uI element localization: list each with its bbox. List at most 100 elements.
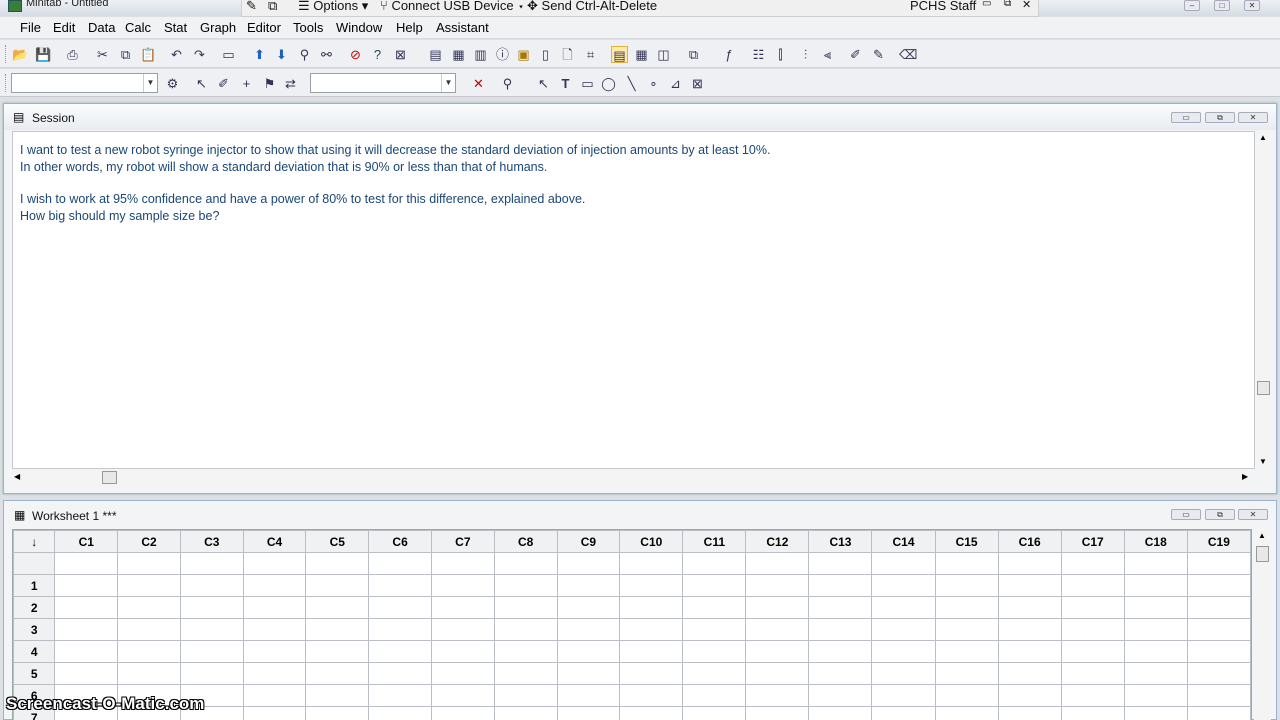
worksheet-cell[interactable]	[871, 552, 936, 575]
worksheet-cell[interactable]	[556, 640, 621, 663]
print-icon[interactable]: ⎙	[64, 46, 81, 63]
ellipse-icon[interactable]: ◯	[600, 75, 617, 92]
row-header[interactable]: 4	[13, 640, 56, 663]
worksheet-cell[interactable]	[430, 684, 495, 707]
worksheet-cell[interactable]	[305, 640, 370, 663]
worksheet-cell[interactable]	[745, 662, 810, 685]
worksheet-cell[interactable]	[619, 640, 684, 663]
column-header[interactable]: C6	[368, 530, 432, 553]
worksheet-cell[interactable]	[871, 640, 936, 663]
worksheet-cell[interactable]	[493, 662, 558, 685]
zoom-icon[interactable]: ⚲	[499, 75, 516, 92]
worksheet-cell[interactable]	[934, 574, 999, 597]
worksheet-cell[interactable]	[493, 574, 558, 597]
insert-cells-icon[interactable]: ▭	[220, 46, 237, 63]
row-header[interactable]: 3	[13, 618, 56, 641]
worksheet-cell[interactable]	[1060, 706, 1125, 720]
line-icon[interactable]: ╲	[623, 75, 640, 92]
worksheet-cell[interactable]	[808, 706, 873, 720]
menu-data[interactable]: Data	[88, 20, 115, 35]
worksheet-cell[interactable]	[1186, 618, 1251, 641]
worksheet-cell[interactable]	[368, 706, 432, 720]
worksheet-cell[interactable]	[1060, 618, 1125, 641]
worksheet-cell[interactable]	[808, 552, 873, 575]
column-header[interactable]: C4	[242, 530, 307, 553]
menu-stat[interactable]: Stat	[164, 20, 187, 35]
worksheet-cell[interactable]	[1123, 662, 1188, 685]
worksheet-cell[interactable]	[368, 574, 432, 597]
column-header[interactable]: C8	[493, 530, 558, 553]
worksheet-cell[interactable]	[430, 618, 495, 641]
chart-icon[interactable]: ⫶	[797, 46, 814, 63]
worksheet-vertical-scrollbar[interactable]: ▲	[1254, 529, 1271, 720]
worksheet-cell[interactable]	[556, 618, 621, 641]
worksheet-cell[interactable]	[997, 706, 1062, 720]
session-horizontal-scrollbar[interactable]: ◀ ▶	[12, 469, 1255, 486]
worksheet-cell[interactable]	[745, 574, 810, 597]
worksheet-cell[interactable]	[997, 684, 1062, 707]
row-header[interactable]: 5	[13, 662, 56, 685]
select-icon[interactable]: ↖	[193, 75, 210, 92]
worksheet-cell[interactable]	[242, 684, 307, 707]
rescale-icon[interactable]: ⫷	[819, 46, 836, 63]
worksheet-minimize-button[interactable]: ▭	[1171, 509, 1201, 520]
worksheet-cell[interactable]	[745, 618, 810, 641]
worksheet-cell[interactable]	[242, 552, 307, 575]
worksheet-cell[interactable]	[808, 596, 873, 619]
worksheet-cell[interactable]	[242, 640, 307, 663]
worksheet-cell[interactable]	[1186, 596, 1251, 619]
worksheet-cell[interactable]	[305, 618, 370, 641]
column-header[interactable]: C12	[745, 530, 810, 553]
worksheet-cell[interactable]	[934, 684, 999, 707]
worksheet-cell[interactable]	[1123, 618, 1188, 641]
polyline-icon[interactable]: ⊿	[667, 75, 684, 92]
worksheet-cell[interactable]	[1186, 640, 1251, 663]
row-header[interactable]: 1	[13, 574, 56, 597]
worksheet-cell[interactable]	[997, 574, 1062, 597]
worksheet-cell[interactable]	[682, 640, 747, 663]
worksheet-cell[interactable]	[368, 618, 432, 641]
worksheet-cell[interactable]	[1123, 574, 1188, 597]
worksheet-cell[interactable]	[368, 662, 432, 685]
worksheet-cell[interactable]	[619, 552, 684, 575]
tree-icon[interactable]: ☷	[750, 46, 767, 63]
session-close-button[interactable]: ✕	[1238, 112, 1268, 123]
worksheet-cell[interactable]	[430, 552, 495, 575]
worksheet-cell[interactable]	[1060, 684, 1125, 707]
history-icon[interactable]: ▣	[515, 46, 532, 63]
worksheet-cell[interactable]	[808, 662, 873, 685]
worksheet-cell[interactable]	[305, 706, 370, 720]
column-header[interactable]: C11	[682, 530, 747, 553]
worksheet-cell[interactable]	[934, 596, 999, 619]
graph-select-combo[interactable]: ▼	[11, 73, 158, 93]
worksheet-cell[interactable]	[242, 662, 307, 685]
toolbar-grip[interactable]	[5, 74, 8, 92]
pointer-icon[interactable]: ↖	[535, 75, 552, 92]
worksheet-close-button[interactable]: ✕	[1238, 509, 1268, 520]
worksheet-cell[interactable]	[997, 662, 1062, 685]
worksheet-cell[interactable]	[808, 618, 873, 641]
text-tool-icon[interactable]: T	[557, 75, 574, 92]
remote-minimize-icon[interactable]: ▭	[982, 0, 991, 9]
worksheet-cell[interactable]	[682, 596, 747, 619]
maximize-window-button[interactable]: □	[1214, 0, 1230, 11]
worksheet-cell[interactable]	[1123, 640, 1188, 663]
menu-edit[interactable]: Edit	[53, 20, 75, 35]
worksheet-cell[interactable]	[430, 596, 495, 619]
worksheet-cell[interactable]	[242, 706, 307, 720]
column-header[interactable]: C17	[1060, 530, 1125, 553]
undo-icon[interactable]: ↶	[168, 46, 185, 63]
remote-close-icon[interactable]: ✕	[1022, 0, 1031, 11]
worksheet-cell[interactable]	[493, 618, 558, 641]
worksheet-cell[interactable]	[682, 552, 747, 575]
info-icon[interactable]: ⓘ	[494, 46, 511, 63]
column-header[interactable]: C13	[808, 530, 873, 553]
worksheet-cell[interactable]	[368, 596, 432, 619]
worksheet-cell[interactable]	[682, 706, 747, 720]
worksheet-cell[interactable]	[179, 574, 244, 597]
worksheet-cell[interactable]	[745, 552, 810, 575]
worksheet-cell[interactable]	[871, 574, 936, 597]
worksheet-cell[interactable]	[179, 596, 244, 619]
worksheet-cell[interactable]	[54, 574, 119, 597]
copy-icon[interactable]: ⧉	[117, 46, 134, 63]
